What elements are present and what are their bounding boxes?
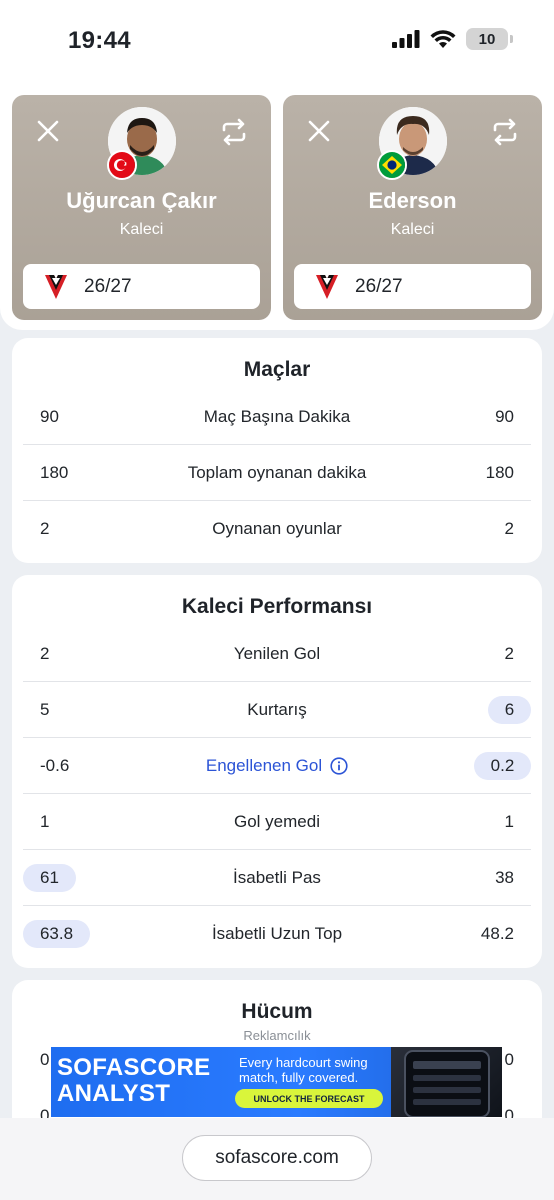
ad-text-line: Every hardcourt swing <box>239 1055 368 1070</box>
ad-label: Reklamcılık <box>243 1028 311 1043</box>
stat-value-right: 48.2 <box>480 924 514 943</box>
season-label: 26/27 <box>84 275 132 297</box>
ad-text: Every hardcourt swing match, fully cover… <box>239 1055 368 1085</box>
stat-label: Gol yemedi <box>234 812 320 831</box>
stat-value-right: 180 <box>485 463 514 482</box>
player-position: Kaleci <box>390 221 435 238</box>
stat-label-text: Engellenen Gol <box>205 756 323 775</box>
brazil-flag-icon <box>377 150 407 180</box>
status-bar: 19:44 10 <box>0 0 554 80</box>
turkey-flag-icon <box>107 150 137 180</box>
attack-card: Hücum Reklamcılık 0 0 0 0 SOFASCORE ANAL… <box>12 980 542 1140</box>
player-name: Ederson <box>368 188 457 213</box>
stat-value-right-highlight: 6 <box>488 696 531 724</box>
wifi-icon <box>430 29 456 48</box>
ad-phone-image <box>391 1047 502 1117</box>
player-card-left: Uğurcan Çakır Kaleci 26/27 <box>12 95 271 320</box>
player-name: Uğurcan Çakır <box>66 188 217 213</box>
stat-row: 61 İsabetli Pas 38 <box>23 850 531 906</box>
stat-label: Toplam oynanan dakika <box>187 463 367 482</box>
stat-value-right-highlight: 0.2 <box>474 752 531 780</box>
ad-cta-button[interactable]: UNLOCK THE FORECAST <box>235 1089 383 1108</box>
swap-icon[interactable] <box>490 117 520 147</box>
info-icon[interactable] <box>330 757 348 775</box>
stat-label: İsabetli Pas <box>233 868 321 887</box>
close-icon[interactable] <box>307 119 331 143</box>
ad-brand-line: SOFASCORE <box>57 1054 211 1081</box>
ad-banner[interactable]: SOFASCORE ANALYST Every hardcourt swing … <box>51 1047 502 1117</box>
matches-card: Maçlar 90 Maç Başına Dakika 90 180 Topla… <box>12 338 542 563</box>
player-card-right: Ederson Kaleci 26/27 <box>283 95 542 320</box>
player-position: Kaleci <box>119 221 164 238</box>
ad-brand: SOFASCORE ANALYST <box>57 1055 210 1107</box>
section-title: Kaleci Performansı <box>181 595 373 618</box>
stat-value-right: 2 <box>504 644 514 663</box>
season-selector[interactable]: 26/27 <box>294 264 531 309</box>
battery-icon: 10 <box>466 28 513 50</box>
close-icon[interactable] <box>36 119 60 143</box>
stat-row: 180 Toplam oynanan dakika 180 <box>23 445 531 501</box>
season-selector[interactable]: 26/27 <box>23 264 260 309</box>
season-label: 26/27 <box>355 275 403 297</box>
stat-row: 90 Maç Başına Dakika 90 <box>23 389 531 445</box>
stat-row: -0.6 Engellenen Gol 0.2 <box>23 738 531 794</box>
player-compare-header: Uğurcan Çakır Kaleci 26/27 Ederson Kalec… <box>0 80 554 330</box>
section-title: Hücum <box>241 1000 313 1023</box>
address-bar[interactable]: sofascore.com <box>182 1135 372 1181</box>
stat-value-right: 0 <box>504 1050 514 1069</box>
stat-value-right: 1 <box>504 812 514 831</box>
stat-row: 2 Oynanan oyunlar 2 <box>23 501 531 557</box>
stat-row: 5 Kurtarış 6 <box>23 682 531 738</box>
status-time: 19:44 <box>68 27 131 54</box>
stat-row: 2 Yenilen Gol 2 <box>23 626 531 682</box>
stat-value-left: 0 <box>40 1050 50 1069</box>
ad-text-line: match, fully covered. <box>239 1070 359 1085</box>
stat-row: 63.8 İsabetli Uzun Top 48.2 <box>23 906 531 962</box>
stat-label: Yenilen Gol <box>233 644 321 663</box>
section-title: Maçlar <box>243 358 311 381</box>
stat-row: 1 Gol yemedi 1 <box>23 794 531 850</box>
swap-icon[interactable] <box>219 117 249 147</box>
stat-label: Maç Başına Dakika <box>203 407 351 426</box>
stat-value-right: 38 <box>495 868 514 887</box>
ad-brand-line: ANALYST <box>57 1080 171 1107</box>
stat-label: Kurtarış <box>247 700 307 719</box>
league-logo-icon <box>45 274 67 299</box>
browser-bottom-bar: sofascore.com <box>0 1118 554 1200</box>
cellular-signal-icon <box>392 30 420 48</box>
stat-label: Oynanan oyunlar <box>212 519 342 538</box>
status-icons: 10 <box>392 28 513 50</box>
stat-label-link[interactable]: Engellenen Gol <box>23 738 531 794</box>
stat-label: İsabetli Uzun Top <box>211 924 343 943</box>
stat-value-right: 2 <box>504 519 514 538</box>
goalkeeping-card: Kaleci Performansı 2 Yenilen Gol 2 5 Kur… <box>12 575 542 968</box>
stat-value-right: 90 <box>495 407 514 426</box>
league-logo-icon <box>316 274 338 299</box>
